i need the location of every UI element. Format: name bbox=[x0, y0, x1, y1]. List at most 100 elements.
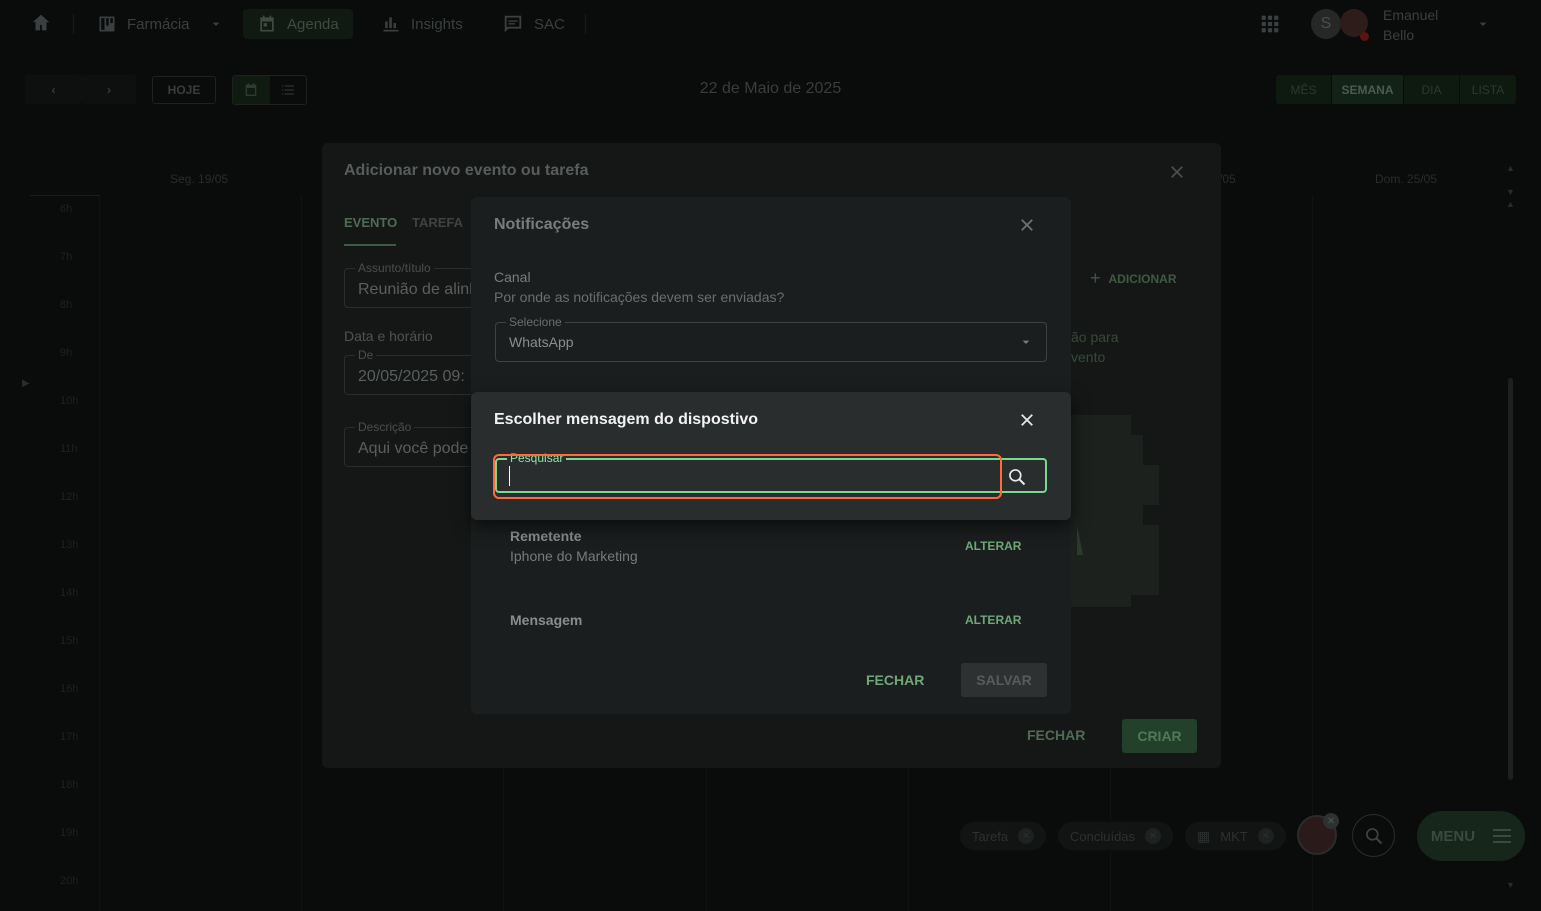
side-hint-line: vento bbox=[1071, 349, 1106, 365]
nav-sac[interactable]: SAC bbox=[502, 9, 565, 39]
description-value: Aqui você pode bbox=[358, 440, 469, 457]
menu-button[interactable]: MENU bbox=[1417, 811, 1525, 861]
change-message-button[interactable]: ALTERAR bbox=[965, 613, 1021, 627]
divider bbox=[585, 14, 586, 34]
description-field[interactable]: Descrição Aqui você pode bbox=[344, 420, 484, 467]
focus-highlight bbox=[493, 454, 1002, 499]
filter-chip[interactable]: Concluídas ✕ bbox=[1058, 822, 1174, 850]
view-month[interactable]: MÊS bbox=[1276, 75, 1332, 104]
sender-value: Iphone do Marketing bbox=[510, 548, 638, 564]
divider bbox=[73, 14, 74, 34]
nav-agenda-label: Agenda bbox=[287, 15, 339, 33]
close-icon[interactable]: ✕ bbox=[1018, 828, 1035, 844]
illustration-icon bbox=[1071, 415, 1159, 607]
top-navigation-bar: Farmácia Agenda Insights SAC S Emanuel B… bbox=[0, 0, 1541, 48]
filter-chip[interactable]: ▦ MKT ✕ bbox=[1185, 822, 1286, 850]
caret-down-icon bbox=[212, 22, 219, 26]
close-icon[interactable]: ✕ bbox=[1145, 828, 1162, 844]
scroll-down-icon[interactable]: ▼ bbox=[1506, 880, 1515, 890]
app-root: Farmácia Agenda Insights SAC S Emanuel B… bbox=[0, 0, 1541, 911]
subject-field[interactable]: Assunto/título Reunião de alinh bbox=[344, 261, 484, 308]
nav-pharmacy[interactable]: Farmácia bbox=[97, 9, 224, 39]
hour-label: 15h bbox=[60, 635, 79, 647]
user-name[interactable]: Emanuel Bello bbox=[1383, 5, 1438, 45]
user-first-name: Emanuel bbox=[1383, 7, 1439, 23]
hour-label: 19h bbox=[60, 827, 79, 839]
nav-insights-label: Insights bbox=[411, 15, 463, 33]
event-close-button[interactable]: FECHAR bbox=[1027, 727, 1085, 743]
create-button[interactable]: CRIAR bbox=[1122, 719, 1197, 753]
bar-chart-icon bbox=[383, 17, 399, 32]
avatar[interactable]: S bbox=[1311, 9, 1341, 39]
hour-label: 20h bbox=[60, 875, 79, 887]
scroll-arrows-icon[interactable]: ▲ ▼ ▲ bbox=[1506, 162, 1515, 210]
change-sender-button[interactable]: ALTERAR bbox=[965, 539, 1021, 553]
scrollbar[interactable] bbox=[1508, 378, 1513, 780]
from-field[interactable]: De 20/05/2025 09: bbox=[344, 348, 484, 395]
apps-grid-icon[interactable] bbox=[1260, 14, 1280, 39]
notifications-title: Notificações bbox=[494, 216, 590, 233]
channel-label: Canal bbox=[494, 269, 531, 285]
calendar-icon bbox=[260, 15, 274, 32]
hamburger-icon bbox=[1493, 829, 1512, 843]
channel-help: Por onde as notificações devem ser envia… bbox=[494, 289, 785, 305]
close-icon[interactable] bbox=[1018, 216, 1036, 239]
day-header: Dom. 25/05 bbox=[1375, 172, 1438, 186]
side-hint-line: ão para bbox=[1071, 329, 1119, 345]
hour-label: 16h bbox=[60, 683, 79, 695]
hour-label: 6h bbox=[60, 203, 73, 215]
select-value: WhatsApp bbox=[509, 334, 574, 350]
tab-event[interactable]: EVENTO bbox=[344, 215, 397, 230]
subject-value: Reunião de alinh bbox=[358, 281, 479, 298]
status-dot bbox=[1360, 32, 1369, 41]
event-dialog-title: Adicionar novo evento ou tarefa bbox=[344, 162, 589, 179]
home-icon[interactable] bbox=[30, 12, 52, 39]
plus-icon: + bbox=[1090, 268, 1101, 288]
expand-arrow-icon[interactable]: ▶ bbox=[22, 378, 30, 389]
hour-label: 10h bbox=[60, 395, 79, 407]
from-value: 20/05/2025 09: bbox=[358, 368, 465, 385]
hour-label: 9h bbox=[60, 347, 73, 359]
day-header: Seg. 19/05 bbox=[170, 172, 229, 186]
subject-label: Assunto/título bbox=[355, 261, 434, 275]
filter-chip[interactable]: Tarefa ✕ bbox=[960, 822, 1047, 850]
tab-indicator bbox=[344, 244, 396, 246]
close-icon[interactable]: ✕ bbox=[1257, 828, 1274, 844]
nav-sac-label: SAC bbox=[534, 15, 565, 33]
divider bbox=[301, 195, 302, 911]
hour-label: 13h bbox=[60, 539, 79, 551]
nav-pharmacy-label: Farmácia bbox=[127, 15, 190, 33]
add-label: ADICIONAR bbox=[1108, 271, 1177, 286]
save-button[interactable]: SALVAR bbox=[961, 663, 1047, 697]
nav-agenda[interactable]: Agenda bbox=[243, 9, 353, 39]
menu-label: MENU bbox=[1430, 827, 1476, 845]
add-button[interactable]: + ADICIONAR bbox=[1090, 268, 1177, 289]
from-label: De bbox=[355, 348, 377, 362]
description-label: Descrição bbox=[355, 420, 415, 434]
nav-insights[interactable]: Insights bbox=[381, 9, 463, 39]
channel-select[interactable]: Selecione WhatsApp bbox=[495, 315, 1047, 362]
search-icon[interactable] bbox=[1007, 467, 1027, 492]
hour-label: 11h bbox=[60, 443, 78, 455]
datetime-label: Data e horário bbox=[344, 328, 433, 344]
caret-down-icon[interactable] bbox=[1475, 16, 1491, 37]
day-header: /05 bbox=[1219, 172, 1236, 186]
notifications-close-button[interactable]: FECHAR bbox=[866, 672, 924, 688]
view-day[interactable]: DIA bbox=[1404, 75, 1460, 104]
search-icon bbox=[1365, 827, 1382, 844]
close-icon[interactable]: ✕ bbox=[1323, 813, 1339, 829]
close-icon[interactable] bbox=[1018, 411, 1036, 434]
building-icon: ▦ bbox=[1197, 827, 1211, 844]
view-list[interactable]: LISTA bbox=[1460, 75, 1516, 104]
divider bbox=[30, 195, 100, 196]
hour-label: 17h bbox=[60, 731, 79, 743]
divider bbox=[1312, 195, 1313, 911]
hour-label: 12h bbox=[60, 491, 79, 503]
hour-label: 8h bbox=[60, 299, 73, 311]
tab-task[interactable]: TAREFA bbox=[412, 215, 463, 230]
message-picker-title: Escolher mensagem do dispostivo bbox=[494, 411, 759, 428]
view-week[interactable]: SEMANA bbox=[1332, 75, 1404, 104]
close-icon[interactable] bbox=[1168, 163, 1186, 186]
search-button[interactable] bbox=[1352, 814, 1395, 857]
hour-label: 14h bbox=[60, 587, 79, 599]
